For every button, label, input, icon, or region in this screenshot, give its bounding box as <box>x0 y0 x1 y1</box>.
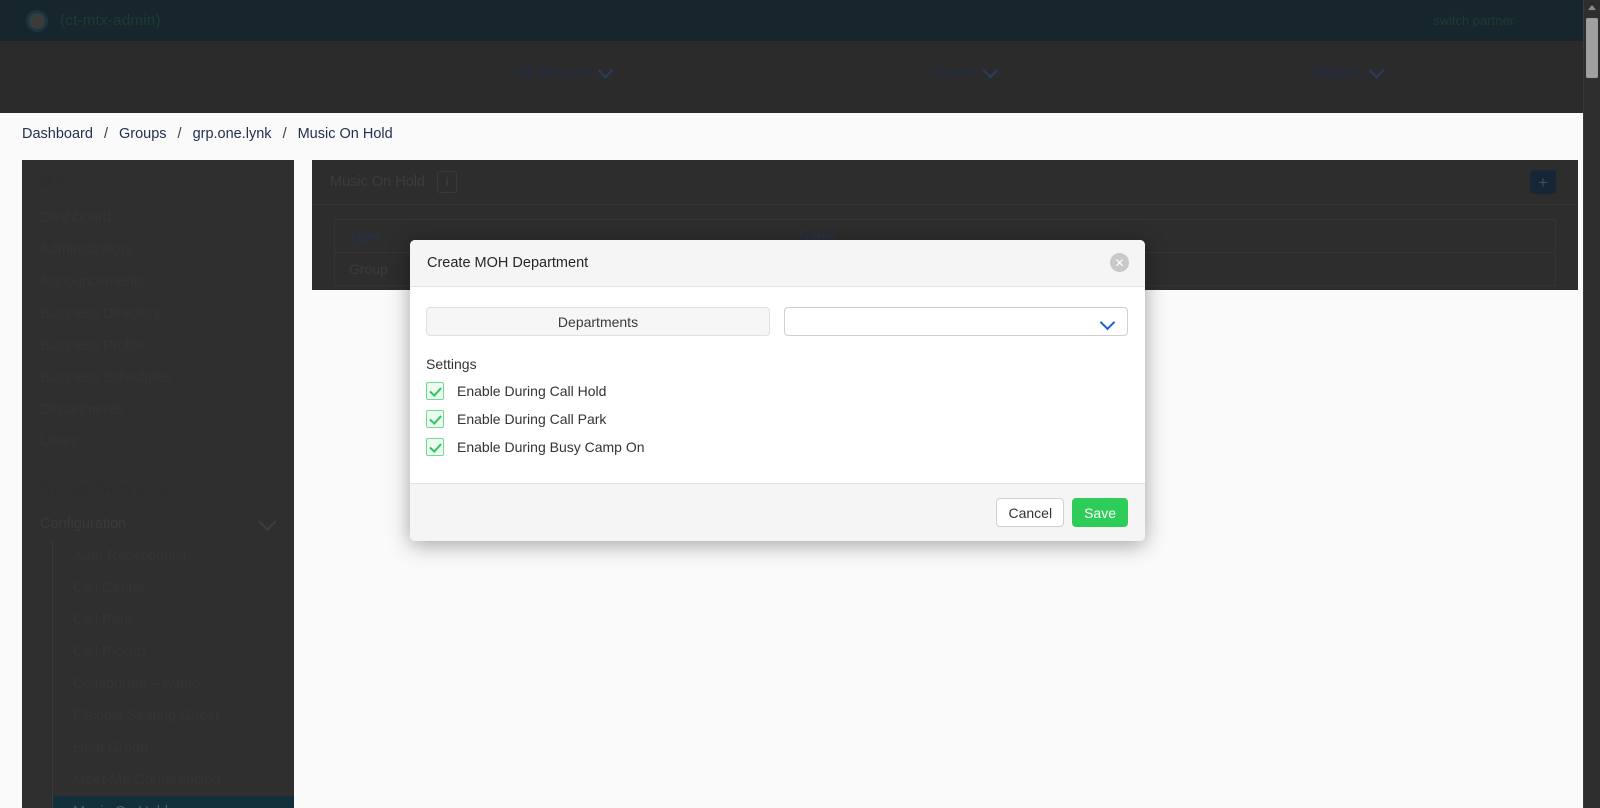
plus-icon[interactable]: + <box>1530 170 1556 194</box>
app-root: (ct-mtx-admin) switch partner My Account… <box>0 0 1600 808</box>
sidebar-item-call-center[interactable]: Call Center <box>53 572 294 604</box>
sidebar-item-collaborate-audio[interactable]: Collaborate – Audio <box>53 668 294 700</box>
sidebar-item-auto-receptionist[interactable]: Auto Receptionist <box>53 540 294 572</box>
create-moh-department-dialog: Create MOH Department ✕ Departments Sett… <box>410 240 1145 541</box>
breadcrumb-separator: / <box>282 126 287 142</box>
nav-item-support[interactable]: Support <box>1311 62 1385 81</box>
dialog-title: Create MOH Department <box>427 255 589 271</box>
chevron-down-icon <box>1099 314 1116 331</box>
sidebar-item-music-on-hold[interactable]: Music On Hold <box>53 796 294 808</box>
sidebar-section-configuration[interactable]: Configuration <box>22 508 294 540</box>
panel-header: Music On Hold i + <box>312 160 1578 205</box>
dialog-header: Create MOH Department ✕ <box>410 240 1145 287</box>
chevron-down-icon <box>597 62 614 78</box>
nav-item-label: Search <box>930 65 976 81</box>
sidebar-item-announcements[interactable]: Announcements <box>22 266 294 298</box>
checkbox-enable-during-call-hold[interactable] <box>426 382 444 400</box>
chevron-down-icon <box>1368 62 1385 78</box>
sidebar-section-label: Configuration <box>40 516 127 532</box>
info-icon[interactable]: i <box>437 171 458 193</box>
departments-button[interactable]: Departments <box>426 307 770 336</box>
checkbox-row-busy-camp-on[interactable]: Enable During Busy Camp On <box>426 438 1129 456</box>
breadcrumb-separator: / <box>177 126 182 142</box>
sidebar-heading-group-services: Group Services <box>40 480 170 497</box>
cancel-button[interactable]: Cancel <box>996 498 1065 527</box>
checkbox-label: Enable During Call Hold <box>457 383 607 399</box>
sidebar-item-flexible-seating-guest[interactable]: Flexible Seating Guest <box>53 700 294 732</box>
breadcrumb-item-dashboard[interactable]: Dashboard <box>22 126 93 142</box>
sidebar-item-meet-me-conferencing[interactable]: Meet-Me Conferencing <box>53 764 294 796</box>
settings-label: Settings <box>426 356 477 372</box>
checkbox-enable-during-call-park[interactable] <box>426 410 444 428</box>
scroll-up-icon[interactable] <box>1588 5 1596 10</box>
sidebar-item-business-schedules[interactable]: Business Schedules <box>22 362 294 394</box>
chevron-down-icon <box>982 62 999 78</box>
department-row: Departments <box>426 307 1129 336</box>
checkbox-label: Enable During Call Park <box>457 411 607 427</box>
dialog-body: Departments Settings Enable During Call … <box>410 287 1145 483</box>
nav-item-my-account[interactable]: My Account <box>516 62 614 81</box>
checkbox-row-call-hold[interactable]: Enable During Call Hold <box>426 382 1129 400</box>
sidebar-item-hunt-group[interactable]: Hunt Group <box>53 732 294 764</box>
brand-logo[interactable]: (ct-mtx-admin) <box>26 9 161 32</box>
sidebar-heading-menu: Menu <box>40 174 87 191</box>
brand-name: (ct-mtx-admin) <box>60 12 161 29</box>
breadcrumb: Dashboard / Groups / grp.one.lynk / Musi… <box>22 126 393 142</box>
nav-item-label: My Account <box>516 65 591 81</box>
sidebar-item-business-profile[interactable]: Business Profile <box>22 330 294 362</box>
sidebar-item-call-park[interactable]: Call Park <box>53 604 294 636</box>
nav-item-search[interactable]: Search <box>930 62 999 81</box>
main-nav: My Account Search Support <box>0 41 1600 113</box>
brand-bar: (ct-mtx-admin) switch partner <box>0 0 1600 41</box>
scrollbar-thumb[interactable] <box>1586 18 1598 78</box>
sidebar-item-departments[interactable]: Departments <box>22 394 294 426</box>
sidebar-item-business-directory[interactable]: Business Directory <box>22 298 294 330</box>
close-icon[interactable]: ✕ <box>1110 253 1129 272</box>
switch-partner-link[interactable]: switch partner <box>1433 13 1514 28</box>
sidebar-sublist-configuration: Auto Receptionist Call Center Call Park … <box>52 540 294 808</box>
department-select[interactable] <box>784 307 1128 336</box>
sidebar-item-dashboard[interactable]: Dashboard <box>22 202 294 234</box>
checkbox-row-call-park[interactable]: Enable During Call Park <box>426 410 1129 428</box>
nav-item-label: Support <box>1311 65 1362 81</box>
checkbox-label: Enable During Busy Camp On <box>457 439 645 455</box>
chevron-down-icon <box>258 511 277 531</box>
page-scrollbar[interactable] <box>1583 0 1600 808</box>
sidebar-item-administrators[interactable]: Administrators <box>22 234 294 266</box>
circle-logo-icon <box>26 9 48 32</box>
breadcrumb-item-current: Music On Hold <box>297 126 393 142</box>
page-title: Music On Hold <box>330 174 426 190</box>
breadcrumb-item-group[interactable]: grp.one.lynk <box>193 126 272 142</box>
breadcrumb-separator: / <box>103 126 108 142</box>
sidebar: Menu Dashboard Administrators Announceme… <box>22 160 294 808</box>
dialog-footer: Cancel Save <box>410 483 1145 541</box>
sidebar-item-users[interactable]: Users <box>22 426 294 458</box>
save-button[interactable]: Save <box>1072 498 1128 527</box>
checkbox-enable-during-busy-camp-on[interactable] <box>426 438 444 456</box>
sidebar-item-call-pickup[interactable]: Call Pickup <box>53 636 294 668</box>
breadcrumb-item-groups[interactable]: Groups <box>119 126 167 142</box>
